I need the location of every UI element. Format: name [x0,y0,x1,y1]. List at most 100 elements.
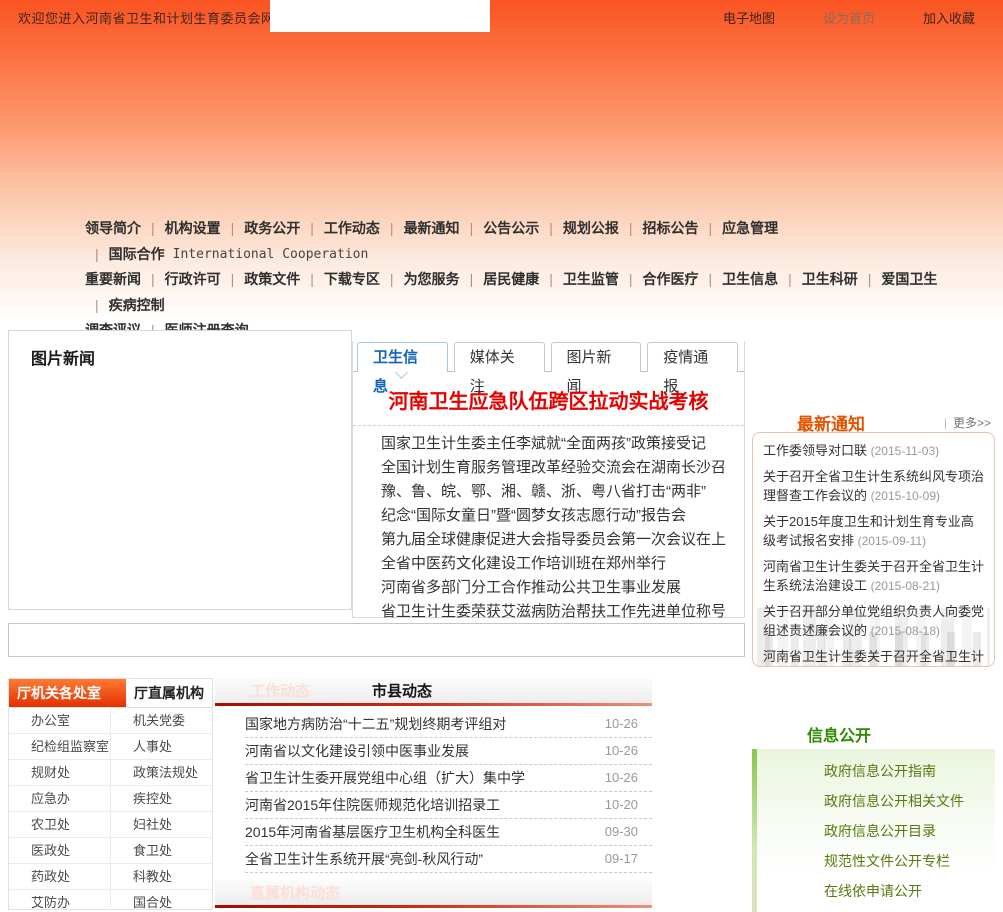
nav-item[interactable]: 卫生信息 [698,267,778,293]
nav-label: 政策文件 [244,271,301,287]
news-item[interactable]: 河南省多部门分工合作推动公共卫生事业发展 [381,576,736,600]
nav-item[interactable]: 公告公示 [460,216,540,242]
link-add-favorite[interactable]: 加入收藏 [923,8,975,27]
nav-label: 卫生信息 [722,271,779,287]
tab-photo-news[interactable]: 图片新闻 [550,342,642,395]
dept-link[interactable]: 国合处 [111,890,212,910]
nav-item[interactable]: 爱国卫生 [858,267,937,293]
notice-item[interactable]: 工作委领导对口联 (2015-11-03) [763,441,986,461]
notice-item[interactable]: 河南省卫生计生委关于召开全省卫生计生系统法治建设工 (2015-08-21) [763,557,986,596]
subordinate-units-underline [215,905,652,908]
nav-item[interactable]: 机构设置 [141,216,221,242]
nav-item[interactable]: 行政许可 [141,267,221,293]
nav-item[interactable]: 卫生科研 [778,267,858,293]
nav-label: 机构设置 [164,220,221,236]
departments-grid: 办公室 机关党委 纪检组监察室 人事处 规财处 政策法规处 应急办 疾控处 农卫… [9,708,212,910]
main-nav: 领导简介 机构设置 政务公开 工作动态 最新通知 公告公示 规划公报 招标公告 … [0,216,1003,344]
dept-link[interactable]: 艾防办 [9,890,111,910]
news-item[interactable]: 国家卫生计生委主任李斌就“全面两孩”政策接受记 [381,432,736,456]
dept-link[interactable]: 医政处 [9,838,111,864]
nav-item[interactable]: 招标公告 [619,216,698,242]
tab-health-info[interactable]: 卫生信息 [357,342,448,395]
work-news-tabs: 工作动态 市县动态 [215,678,652,703]
tab-subordinate-units[interactable]: 厅直属机构 [126,679,212,707]
info-link[interactable]: 政府信息公开目录 [824,821,995,851]
nav-item[interactable]: 最新通知 [380,216,460,242]
news-item[interactable]: 豫、鲁、皖、鄂、湘、赣、浙、粤八省打击“两非” [381,480,736,504]
notice-item[interactable]: 关于召开全省卫生计生系统纠风专项治理督查工作会议的 (2015-10-09) [763,467,986,506]
nav-item[interactable]: 为您服务 [380,267,460,293]
news-title: 河南省以文化建设引领中医事业发展 [245,743,469,759]
nav-label: 疾病控制 [108,296,165,313]
dept-link[interactable]: 农卫处 [9,812,111,838]
news-item[interactable]: 纪念“国际女童日”暨“圆梦女孩志愿行动”报告会 [381,504,736,528]
notice-date: (2015-08-18) [870,624,941,638]
nav-item[interactable]: 重要新闻 [85,267,141,293]
nav-label: 国际合作 [108,245,165,262]
nav-item[interactable]: 下载专区 [300,267,380,293]
nav-label: 最新通知 [403,220,460,236]
dept-link[interactable]: 妇社处 [111,812,212,838]
tab-agency-offices[interactable]: 厅机关各处室 [9,679,126,707]
tab-media-focus[interactable]: 媒体关注 [453,342,545,395]
dept-link[interactable]: 疾控处 [111,786,212,812]
info-link[interactable]: 在线依申请公开 [824,881,995,911]
tab-city-county-news[interactable]: 市县动态 [372,680,432,701]
notice-item[interactable]: 河南省卫生计生委关于召开全省卫生计生重点工作推进会 (2015-08-05) [763,647,986,666]
nav-item[interactable]: 政策文件 [221,267,301,293]
nav-item[interactable]: 领导简介 [85,216,141,242]
news-item[interactable]: 全省中医药文化建设工作培训班在郑州举行 [381,552,736,576]
nav-item[interactable]: 居民健康 [460,267,539,293]
nav-item[interactable]: 规划公报 [539,216,619,242]
nav-item[interactable]: 疾病控制 [85,293,165,319]
info-link[interactable]: 规范性文件公开专栏 [824,851,995,881]
news-item[interactable]: 10-26 国家地方病防治“十二五”规划终期考评组对 [245,711,652,738]
notices-more-link[interactable]: 更多>> [944,414,991,431]
news-item[interactable]: 10-26 河南省以文化建设引领中医事业发展 [245,738,652,765]
featured-headline[interactable]: 河南卫生应急队伍跨区拉动实战考核 [353,372,744,425]
news-item[interactable]: 10-26 省卫生计生委开展党组中心组（扩大）集中学 [245,765,652,792]
link-set-homepage[interactable]: 设为首页 [823,8,875,27]
nav-label: 卫生科研 [801,271,858,287]
dept-link[interactable]: 规财处 [9,760,111,786]
notice-item[interactable]: 关于2015年度卫生和计划生育专业高级考试报名安排 (2015-09-11) [763,512,986,551]
nav-item[interactable]: 政务公开 [221,216,300,242]
nav-label: 应急管理 [722,220,779,236]
news-item[interactable]: 09-30 2015年河南省基层医疗卫生机构全科医生 [245,819,652,846]
dept-link[interactable]: 应急办 [9,786,111,812]
news-item[interactable]: 省卫生计生委荣获艾滋病防治帮扶工作先进单位称号 [381,600,736,624]
search-input[interactable] [270,0,490,32]
nav-label: 卫生监管 [562,271,619,287]
nav-label: 公告公示 [483,220,540,236]
dept-link[interactable]: 办公室 [9,708,111,734]
news-item[interactable]: 第九届全球健康促进大会指导委员会第一次会议在上 [381,528,736,552]
link-site-map[interactable]: 电子地图 [723,8,775,27]
dept-link[interactable]: 机关党委 [111,708,212,734]
news-item[interactable]: 全国计划生育服务管理改革经验交流会在湖南长沙召 [381,456,736,480]
nav-label: 规划公报 [562,220,619,236]
nav-item[interactable]: 应急管理 [698,216,778,242]
work-news-list: 10-26 国家地方病防治“十二五”规划终期考评组对 10-26 河南省以文化建设引… [215,711,652,873]
info-link[interactable]: 政府信息公开相关文件 [824,791,995,821]
tab-subordinate-units-news[interactable]: 直属机构动态 [250,882,340,903]
nav-item[interactable]: 合作医疗 [619,267,698,293]
page: 欢迎您进入河南省卫生和计划生育委员会网站 电子地图 设为首页 加入收藏 领导简介… [0,0,1003,912]
nav-item[interactable]: 卫生监管 [539,267,619,293]
dept-link[interactable]: 食卫处 [111,838,212,864]
news-title: 全省卫生计生系统开展“亮剑-秋风行动” [245,851,483,867]
tab-epidemic-report[interactable]: 疫情通报 [647,342,738,395]
nav-item-international[interactable]: 国际合作 International Cooperation [85,242,369,268]
news-item[interactable]: 10-20 河南省2015年住院医师规范化培训招录工 [245,792,652,819]
work-tabs-underline [215,703,652,706]
news-item[interactable]: 09-17 全省卫生计生系统开展“亮剑-秋风行动” [245,846,652,873]
dept-link[interactable]: 政策法规处 [111,760,212,786]
notice-item[interactable]: 关于召开部分单位党组织负责人向委党组述责述廉会议的 (2015-08-18) [763,602,986,641]
info-link[interactable]: 政府信息公开指南 [824,761,995,791]
news-date: 09-17 [604,851,638,866]
dept-link[interactable]: 纪检组监察室 [9,734,111,760]
dept-link[interactable]: 人事处 [111,734,212,760]
tab-work-news[interactable]: 工作动态 [250,680,310,701]
dept-link[interactable]: 科教处 [111,864,212,890]
dept-link[interactable]: 药政处 [9,864,111,890]
nav-item[interactable]: 工作动态 [300,216,380,242]
